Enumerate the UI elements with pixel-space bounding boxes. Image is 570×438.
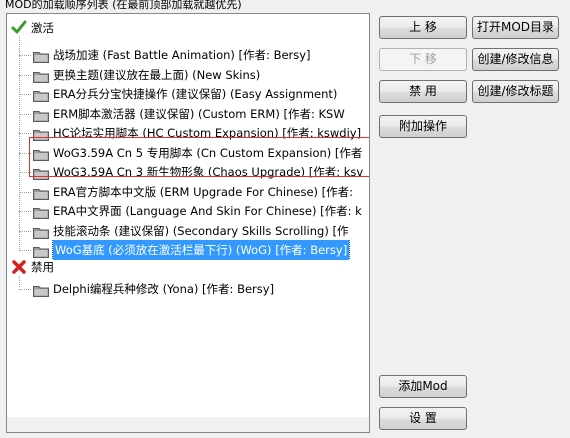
mod-list-item-label: WoG3.59A Cn 5 专用脚本 (Cn Custom Expansion)… (53, 145, 363, 160)
mod-list-item[interactable]: WoG3.59A Cn 3 新生物形象 (Chaos Upgrade) [作者:… (33, 162, 369, 182)
mod-list-item[interactable]: ERA官方脚本中文版 (ERM Upgrade For Chinese) [作者… (33, 182, 369, 202)
mod-list-item[interactable]: 战场加速 (Fast Battle Animation) [作者: Bersy] (33, 45, 369, 65)
mod-list-item[interactable]: Delphi编程兵种修改 (Yona) [作者: Bersy] (33, 279, 369, 299)
mod-list-item-label: 技能滚动条 (建议保留) (Secondary Skills Scrolling… (53, 223, 349, 238)
mod-list-item[interactable]: HC论坛实用脚本 (HC Custom Expansion) [作者: kswd… (33, 123, 369, 143)
mod-list-item[interactable]: ERM脚本激活器 (建议保留) (Custom ERM) [作者: KSW (33, 104, 369, 124)
mod-list-item-label: ERA中文界面 (Language And Skin For Chinese) … (53, 204, 362, 218)
category-active[interactable]: 激活 (11, 18, 211, 38)
horizontal-scrollbar[interactable] (7, 417, 369, 432)
group-title: MOD的加载顺序列表 (在最前顶部加载就越优先) (3, 0, 244, 12)
edit-info-button[interactable]: 创建/修改信息 (472, 48, 559, 71)
mod-list-item[interactable]: ERA中文界面 (Language And Skin For Chinese) … (33, 201, 369, 221)
mod-list-item[interactable]: 更换主题(建议放在最上面) (New Skins) (33, 65, 369, 85)
folder-icon (33, 186, 49, 200)
folder-icon (33, 127, 49, 141)
mod-list-item[interactable]: 技能滚动条 (建议保留) (Secondary Skills Scrolling… (33, 221, 369, 241)
edit-title-button[interactable]: 创建/修改标题 (472, 80, 559, 103)
mod-list-item-label: ERM脚本激活器 (建议保留) (Custom ERM) [作者: KSW (53, 106, 345, 121)
tree-line (19, 276, 20, 287)
tree-line (19, 172, 31, 173)
green-check-icon (11, 20, 27, 34)
add-mod-button[interactable]: 添加Mod (379, 375, 467, 398)
mod-list-item-label: HC论坛实用脚本 (HC Custom Expansion) [作者: kswd… (53, 126, 362, 140)
settings-button[interactable]: 设 置 (379, 407, 467, 430)
tree-line (19, 289, 31, 290)
folder-icon (33, 166, 49, 180)
move-up-button[interactable]: 上 移 (379, 16, 467, 39)
red-x-icon (12, 260, 26, 274)
tree-line (19, 94, 31, 95)
tree-line (19, 211, 31, 212)
tree-line (19, 55, 31, 56)
tree-line (19, 36, 20, 249)
tree-line (19, 74, 31, 76)
mod-list-item-label: 更换主题(建议放在最上面) (New Skins) (53, 67, 261, 82)
folder-icon (33, 147, 49, 161)
move-down-button[interactable]: 下 移 (379, 48, 467, 71)
tree-line (19, 250, 31, 251)
tree-line (19, 230, 31, 232)
tree-line (19, 113, 31, 115)
extra-ops-button[interactable]: 附加操作 (379, 115, 467, 138)
folder-icon (33, 88, 49, 102)
mod-tree[interactable]: 激活 战场加速 (Fast Battle Animation) [作者: Ber… (6, 13, 370, 433)
mod-list-item-label: ERA分兵分宝快捷操作 (建议保留) (Easy Assignment) (53, 87, 338, 101)
mod-list-item[interactable]: ERA分兵分宝快捷操作 (建议保留) (Easy Assignment) (33, 84, 369, 104)
tree-line (19, 133, 31, 134)
mod-list-item-label: 战场加速 (Fast Battle Animation) [作者: Bersy] (53, 48, 311, 62)
folder-icon (33, 69, 49, 83)
category-active-label: 激活 (31, 21, 54, 35)
tree-line (19, 191, 31, 193)
folder-icon (33, 108, 49, 122)
folder-icon (33, 205, 49, 219)
open-mod-dir-button[interactable]: 打开MOD目录 (472, 16, 559, 39)
folder-icon (33, 225, 49, 239)
mod-list-item[interactable]: WoG3.59A Cn 5 专用脚本 (Cn Custom Expansion)… (33, 143, 369, 163)
disable-button[interactable]: 禁 用 (379, 80, 467, 103)
tree-line (19, 152, 31, 154)
category-disabled[interactable]: 禁用 (11, 257, 211, 277)
folder-icon (33, 49, 49, 63)
mod-list-item-label: ERA官方脚本中文版 (ERM Upgrade For Chinese) [作者… (53, 184, 354, 199)
folder-icon (33, 283, 49, 297)
folder-icon (33, 244, 49, 258)
mod-list-item-label: WoG3.59A Cn 3 新生物形象 (Chaos Upgrade) [作者:… (53, 165, 364, 179)
mod-list-item-label: Delphi编程兵种修改 (Yona) [作者: Bersy] (53, 282, 275, 296)
category-disabled-label: 禁用 (31, 260, 54, 274)
